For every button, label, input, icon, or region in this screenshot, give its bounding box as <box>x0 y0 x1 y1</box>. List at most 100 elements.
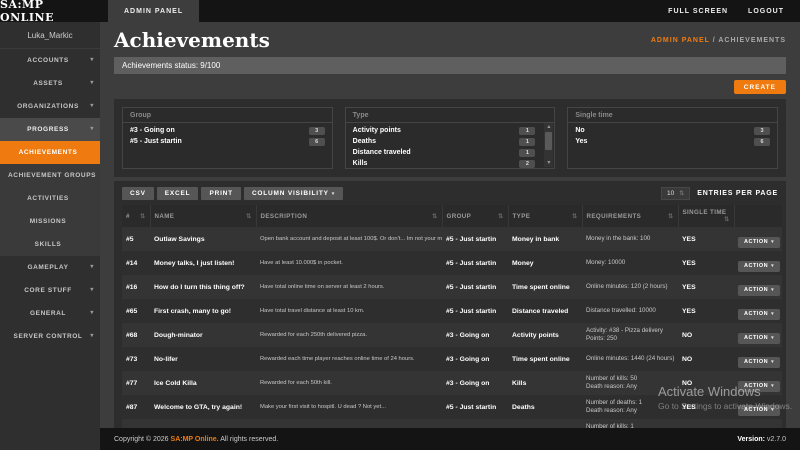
admin-panel-button[interactable]: ADMIN PANEL <box>108 0 199 22</box>
cell-name: Ice Cold Killa <box>150 371 256 395</box>
cell-id: #77 <box>122 371 150 395</box>
entries-per-page-select[interactable]: 10 ⇅ <box>661 187 690 200</box>
cell-type: Distance traveled <box>508 299 582 323</box>
sidebar-item-server-control[interactable]: SERVER CONTROL▾ <box>0 325 100 348</box>
requirement-line: Money: 10000 <box>586 259 674 267</box>
column-header-group[interactable]: GROUP⇅ <box>442 205 508 227</box>
entries-per-page-label: ENTRIES PER PAGE <box>697 190 778 197</box>
sidebar-item-skills[interactable]: SKILLS <box>0 233 100 256</box>
cell-type: Activity points <box>508 323 582 347</box>
action-button[interactable]: ACTION▾ <box>738 309 780 320</box>
cell-group: #5 - Just startin <box>442 275 508 299</box>
breadcrumb-separator: / <box>713 37 716 44</box>
create-button[interactable]: CREATE <box>734 80 786 94</box>
filter-option-count: 1 <box>519 149 535 157</box>
action-button[interactable]: ACTION▾ <box>738 381 780 392</box>
cell-action: ACTION▾ <box>734 323 782 347</box>
action-button[interactable]: ACTION▾ <box>738 285 780 296</box>
filter-option-no[interactable]: No3 <box>568 125 777 136</box>
table-body: #5Outlaw SavingsOpen bank account and de… <box>122 227 782 428</box>
filter-option-label: #3 - Going on <box>130 127 175 134</box>
sidebar-item-progress[interactable]: PROGRESS▾ <box>0 118 100 141</box>
scrollbar[interactable]: ▴▾ <box>544 123 553 167</box>
caret-down-icon: ▾ <box>771 287 774 293</box>
cell-description: Have at least 10.000$ in pocket. <box>256 251 442 275</box>
table-header-row: #⇅NAME⇅DESCRIPTION⇅GROUP⇅TYPE⇅REQUIREMEN… <box>122 205 782 227</box>
filter-option-count: 6 <box>754 138 770 146</box>
cell-id: #68 <box>122 323 150 347</box>
sidebar-item-label: SERVER CONTROL <box>14 333 83 340</box>
cell-action: ACTION▾ <box>734 419 782 428</box>
sort-icon: ⇅ <box>668 213 673 220</box>
filter-option-deaths[interactable]: Deaths1 <box>346 136 543 147</box>
requirement-line: Number of kills: 50 <box>586 375 674 383</box>
sidebar: Luka_Markic ACCOUNTS▾ASSETS▾ORGANIZATION… <box>0 22 100 450</box>
action-button[interactable]: ACTION▾ <box>738 261 780 272</box>
sidebar-item-accounts[interactable]: ACCOUNTS▾ <box>0 49 100 72</box>
sidebar-item-organizations[interactable]: ORGANIZATIONS▾ <box>0 95 100 118</box>
action-button[interactable]: ACTION▾ <box>738 357 780 368</box>
column-header-requirements[interactable]: REQUIREMENTS⇅ <box>582 205 678 227</box>
cell-id: #5 <box>122 227 150 251</box>
sidebar-item-activities[interactable]: ACTIVITIES <box>0 187 100 210</box>
scroll-up-icon[interactable]: ▴ <box>547 123 550 131</box>
requirement-line: Activity: #38 - Pizza delivery <box>586 327 674 335</box>
sidebar-item-gameplay[interactable]: GAMEPLAY▾ <box>0 256 100 279</box>
caret-down-icon: ▾ <box>771 335 774 341</box>
table-card: CSVEXCELPRINT COLUMN VISIBILITY▾ 10 ⇅ EN… <box>114 181 786 428</box>
scrollbar-thumb[interactable] <box>545 132 552 150</box>
cell-group: #5 - Just startin <box>442 251 508 275</box>
sidebar-item-missions[interactable]: MISSIONS <box>0 210 100 233</box>
sidebar-item-general[interactable]: GENERAL▾ <box>0 302 100 325</box>
cell-requirements: Online minutes: 120 (2 hours) <box>582 275 678 299</box>
sidebar-item-achievements[interactable]: ACHIEVEMENTS <box>0 141 100 164</box>
cell-requirements: Number of kills: 50Death reason: Any <box>582 371 678 395</box>
column-header-name[interactable]: NAME⇅ <box>150 205 256 227</box>
cell-name: First crash, many to go! <box>150 299 256 323</box>
filter-box-group: Group#3 - Going on3#5 - Just startin6 <box>122 107 333 169</box>
logout-button[interactable]: LOGOUT <box>748 8 784 15</box>
export-csv-button[interactable]: CSV <box>122 187 154 200</box>
column-visibility-button[interactable]: COLUMN VISIBILITY▾ <box>244 187 343 200</box>
cell-action: ACTION▾ <box>734 395 782 419</box>
sidebar-item-core-stuff[interactable]: CORE STUFF▾ <box>0 279 100 302</box>
filter-option-yes[interactable]: Yes6 <box>568 136 777 147</box>
footer: Copyright © 2026 SA:MP Online. All right… <box>100 428 800 450</box>
sort-icon: ⇅ <box>246 213 251 220</box>
export-excel-button[interactable]: EXCEL <box>157 187 199 200</box>
action-button[interactable]: ACTION▾ <box>738 333 780 344</box>
filter-option-count: 1 <box>519 138 535 146</box>
table-row: #90Look, ma, I made a body!Rewarded for … <box>122 419 782 428</box>
caret-down-icon: ▾ <box>90 125 94 132</box>
filter-option-3-going-on[interactable]: #3 - Going on3 <box>123 125 332 136</box>
filter-option-5-just-startin[interactable]: #5 - Just startin6 <box>123 136 332 147</box>
action-button-label: ACTION <box>744 359 768 365</box>
column-header-type[interactable]: TYPE⇅ <box>508 205 582 227</box>
filter-option-distance-traveled[interactable]: Distance traveled1 <box>346 147 543 158</box>
cell-id: #16 <box>122 275 150 299</box>
caret-down-icon: ▾ <box>90 56 94 63</box>
cell-id: #90 <box>122 419 150 428</box>
action-button[interactable]: ACTION▾ <box>738 405 780 416</box>
scroll-down-icon[interactable]: ▾ <box>547 159 550 167</box>
cell-type: Time spent online <box>508 347 582 371</box>
column-header-single-time[interactable]: SINGLE TIME⇅ <box>678 205 734 227</box>
cell-name: Money talks, I just listen! <box>150 251 256 275</box>
sidebar-menu: ACCOUNTS▾ASSETS▾ORGANIZATIONS▾PROGRESS▾A… <box>0 49 100 348</box>
full-screen-button[interactable]: FULL SCREEN <box>668 8 728 15</box>
action-button[interactable]: ACTION▾ <box>738 237 780 248</box>
filter-option-activity-points[interactable]: Activity points1 <box>346 125 543 136</box>
column-header-description[interactable]: DESCRIPTION⇅ <box>256 205 442 227</box>
cell-name: How do I turn this thing off? <box>150 275 256 299</box>
sidebar-item-assets[interactable]: ASSETS▾ <box>0 72 100 95</box>
breadcrumb-admin-panel[interactable]: ADMIN PANEL <box>651 37 710 44</box>
action-button-label: ACTION <box>744 335 768 341</box>
sort-icon: ⇅ <box>724 216 729 223</box>
export-print-button[interactable]: PRINT <box>201 187 241 200</box>
column-header-num[interactable]: #⇅ <box>122 205 150 227</box>
filter-option-label: No <box>575 127 584 134</box>
filter-option-label: #5 - Just startin <box>130 138 182 145</box>
sidebar-item-label: SKILLS <box>35 241 62 248</box>
sidebar-item-achievement-groups[interactable]: ACHIEVEMENT GROUPS <box>0 164 100 187</box>
filter-option-kills[interactable]: Kills2 <box>346 158 543 169</box>
